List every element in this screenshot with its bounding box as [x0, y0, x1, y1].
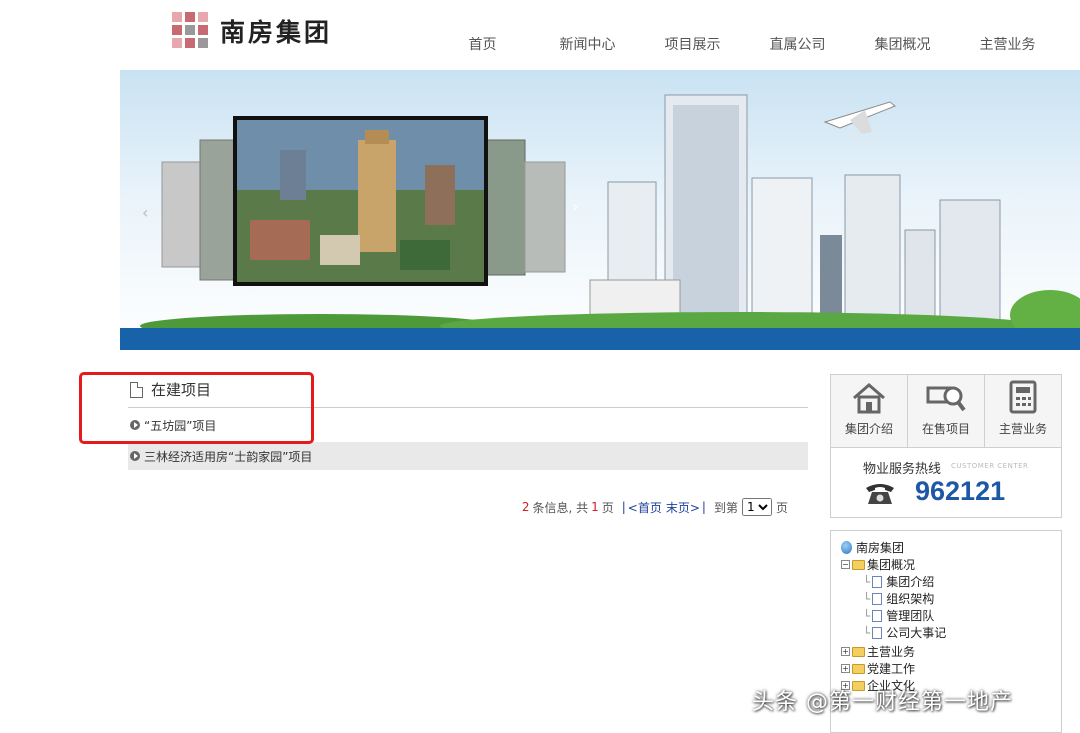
nav-business[interactable]: 主营业务 — [955, 34, 1060, 54]
service-hotline: 物业服务热线 CUSTOMER CENTER 962121 — [830, 448, 1062, 518]
quick-link-business[interactable]: 主营业务 — [985, 375, 1061, 447]
pager-pages: 1 — [591, 500, 599, 514]
expand-icon[interactable]: + — [841, 647, 850, 656]
page-icon — [872, 575, 883, 588]
globe-icon — [841, 541, 852, 554]
folder-icon — [852, 559, 865, 570]
hotline-title: 物业服务热线 — [863, 462, 942, 477]
folder-icon — [852, 663, 865, 674]
pager-total: 2 — [521, 500, 530, 514]
magnifier-icon — [926, 386, 966, 412]
pagination: 2 条信息, 共 1 页 | <首页 末页> | 到第 1 页 — [522, 498, 788, 516]
tree-leaf[interactable]: └ 集团介绍 — [841, 573, 1051, 590]
logo[interactable]: 南房集团 — [172, 12, 332, 50]
list-item-label: 三林经济适用房“士韵家园”项目 — [144, 449, 313, 464]
quick-links: 集团介绍 在售项目 主营业务 — [830, 374, 1062, 448]
logo-mark-icon — [172, 12, 210, 50]
nav-home[interactable]: 首页 — [430, 34, 535, 54]
quick-link-label: 在售项目 — [921, 422, 970, 436]
collapse-icon[interactable]: − — [841, 560, 850, 569]
tree-node-business[interactable]: + 主营业务 — [841, 643, 1051, 660]
quick-link-label: 主营业务 — [998, 422, 1047, 436]
hotline-en: CUSTOMER CENTER — [951, 462, 1029, 470]
svg-text:›: › — [572, 197, 578, 216]
watermark: 头条 @第一财经第一地产 — [752, 690, 1013, 715]
hotline-number: 962121 — [915, 476, 1006, 506]
list-item[interactable]: 三林经济适用房“士韵家园”项目 — [128, 442, 808, 470]
tree-leaf[interactable]: └ 组织架构 — [841, 590, 1051, 607]
tree-node-overview[interactable]: − 集团概况 — [841, 556, 1051, 573]
site-header: 南房集团 首页 新闻中心 项目展示 直属公司 集团概况 主营业务 — [0, 0, 1080, 70]
pager-suffix: 页 — [775, 500, 788, 515]
pager-goto-label: 到第 — [713, 500, 738, 515]
bullet-arrow-icon — [130, 451, 140, 461]
house-icon — [853, 383, 885, 414]
nav-news[interactable]: 新闻中心 — [535, 34, 640, 54]
page-icon — [872, 592, 883, 605]
calculator-icon — [1009, 380, 1037, 414]
quick-link-intro[interactable]: 集团介绍 — [831, 375, 908, 447]
highlight-annotation-box — [79, 372, 314, 444]
banner-bottom-bar — [120, 328, 1080, 350]
tree-node-party[interactable]: + 党建工作 — [841, 660, 1051, 677]
folder-icon — [852, 646, 865, 657]
nav-overview[interactable]: 集团概况 — [850, 34, 955, 54]
pager-last-link[interactable]: 末页> — [666, 499, 700, 516]
page-select[interactable]: 1 — [741, 498, 772, 516]
pager-info: 条信息, 共 — [532, 500, 589, 515]
quick-link-onsale[interactable]: 在售项目 — [908, 375, 985, 447]
telephone-icon — [866, 484, 894, 504]
page-icon — [872, 609, 883, 622]
tree-leaf[interactable]: └ 公司大事记 — [841, 624, 1051, 641]
banner-illustration: ‹ › — [140, 94, 1080, 341]
hero-banner: ‹ › — [120, 70, 1080, 350]
pager-first-link[interactable]: <首页 — [628, 499, 662, 516]
page-icon — [872, 626, 883, 639]
expand-icon[interactable]: + — [841, 664, 850, 673]
tree-leaf[interactable]: └ 管理团队 — [841, 607, 1051, 624]
nav-subsidiaries[interactable]: 直属公司 — [745, 34, 850, 54]
tree-root[interactable]: 南房集团 — [841, 539, 1051, 556]
svg-text:‹: ‹ — [142, 203, 148, 222]
brand-name: 南房集团 — [220, 18, 333, 47]
pager-page-unit: 页 — [601, 500, 614, 515]
nav-projects[interactable]: 项目展示 — [640, 34, 745, 54]
quick-link-label: 集团介绍 — [844, 422, 893, 436]
main-nav: 首页 新闻中心 项目展示 直属公司 集团概况 主营业务 — [430, 34, 1060, 54]
